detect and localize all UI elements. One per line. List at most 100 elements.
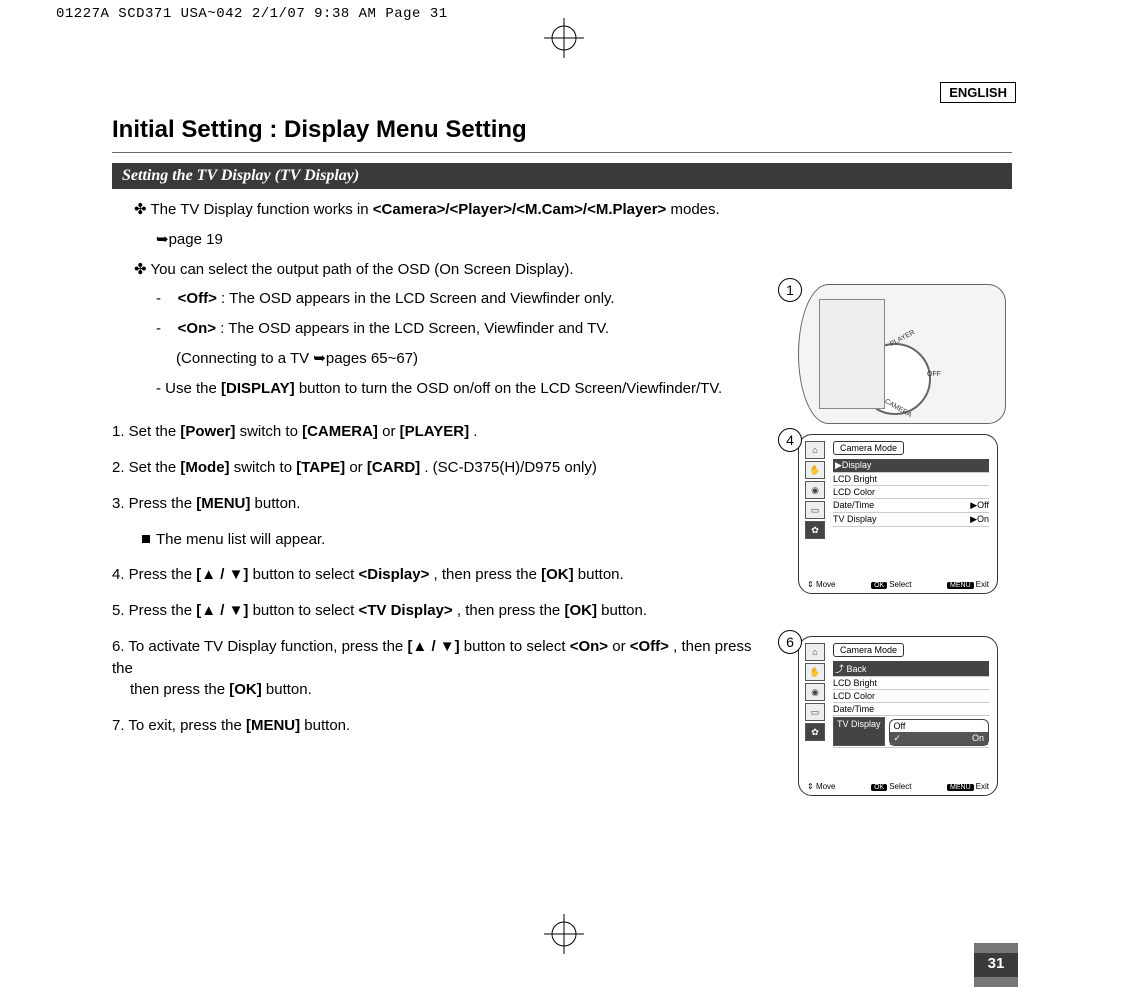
step-6: 6. To activate TV Display function, pres… xyxy=(112,638,407,655)
menu-item: LCD Color xyxy=(833,487,875,497)
ok-chip: OK xyxy=(871,582,887,589)
step-3: 3. Press the xyxy=(112,495,196,512)
step-2: 2. Set the xyxy=(112,459,180,476)
updown-button: [▲ / ▼] xyxy=(196,602,248,619)
crop-mark-top xyxy=(544,18,584,58)
rule xyxy=(112,152,1012,153)
menu-chip: MENU xyxy=(947,582,974,589)
ok-button: [OK] xyxy=(229,681,262,698)
dash: - xyxy=(156,320,174,337)
menu-value: ▶Off xyxy=(970,500,989,511)
text: button. xyxy=(255,495,301,512)
text: or xyxy=(349,459,367,476)
player-label: [PLAYER] xyxy=(400,423,469,440)
menu-item-selected: TV Display xyxy=(833,717,885,746)
square-bullet-icon xyxy=(142,535,150,543)
text: or xyxy=(612,638,630,655)
gear-icon: ✿ xyxy=(805,723,825,741)
print-header: 01227A SCD371 USA~042 2/1/07 9:38 AM Pag… xyxy=(56,6,448,22)
display-button: [DISPLAY] xyxy=(221,380,295,397)
off-text: : The OSD appears in the LCD Screen and … xyxy=(221,290,615,307)
menu-item: LCD Bright xyxy=(833,474,877,484)
menu-item: LCD Color xyxy=(833,691,875,701)
tv-display-option: <TV Display> xyxy=(358,602,452,619)
knob-off-label: OFF xyxy=(927,371,941,378)
text: button to select xyxy=(253,602,359,619)
text: switch to xyxy=(234,459,297,476)
card-label: [CARD] xyxy=(367,459,420,476)
dash: - xyxy=(156,290,174,307)
page-ref: ➥page 19 xyxy=(112,229,772,251)
power-switch: [Power] xyxy=(180,423,235,440)
mode-switch: [Mode] xyxy=(180,459,229,476)
bullet-icon: ✤ The TV Display function works in xyxy=(134,201,373,218)
device-drawing: PLAYER OFF CAMERA xyxy=(798,284,1006,424)
text: switch to xyxy=(240,423,303,440)
help-exit: Exit xyxy=(976,580,989,589)
text: button to select xyxy=(253,566,359,583)
display-post: button to turn the OSD on/off on the LCD… xyxy=(299,380,722,397)
menu-item: LCD Bright xyxy=(833,678,877,688)
figure-1: 1 PLAYER OFF CAMERA xyxy=(798,284,1006,424)
text: button. xyxy=(266,681,312,698)
hand-icon: ✋ xyxy=(805,461,825,479)
modes-bold: <Camera>/<Player>/<M.Cam>/<M.Player> xyxy=(373,201,667,218)
cam-icon: ⌂ xyxy=(805,643,825,661)
ok-button: [OK] xyxy=(541,566,574,583)
reel-icon: ◉ xyxy=(805,683,825,701)
text: button. xyxy=(578,566,624,583)
cam-icon: ⌂ xyxy=(805,441,825,459)
text: button. xyxy=(601,602,647,619)
menu-value: ▶On xyxy=(970,514,989,525)
off-label: <Off> xyxy=(178,290,217,307)
section-heading: Setting the TV Display (TV Display) xyxy=(112,163,1012,189)
step-5: 5. Press the xyxy=(112,602,196,619)
text: or xyxy=(382,423,400,440)
language-badge: ENGLISH xyxy=(940,82,1016,103)
page-number: 31 xyxy=(974,955,1018,972)
screen-title: Camera Mode xyxy=(833,441,904,455)
help-move: Move xyxy=(816,782,836,791)
menu-item: Date/Time xyxy=(833,500,874,511)
back-item: ⤴ Back xyxy=(835,662,867,675)
text: modes. xyxy=(670,201,719,218)
updown-button: [▲ / ▼] xyxy=(407,638,459,655)
text: then press the xyxy=(112,681,229,698)
figure-4: 4 ⌂ ✋ ◉ ▭ ✿ Camera Mode ▶Display LCD Bri… xyxy=(798,434,998,594)
hand-icon: ✋ xyxy=(805,663,825,681)
figure-number: 6 xyxy=(778,630,802,654)
menu-item: ▶Display xyxy=(835,460,871,471)
reel-icon: ◉ xyxy=(805,481,825,499)
option-off: Off xyxy=(894,721,906,731)
off-option: <Off> xyxy=(630,638,669,655)
display-pre: - Use the xyxy=(156,380,221,397)
figure-number: 1 xyxy=(778,278,802,302)
move-icon: ⇕ xyxy=(807,580,814,589)
tape-label: [TAPE] xyxy=(296,459,345,476)
text: , then press the xyxy=(457,602,565,619)
page-title: Initial Setting : Display Menu Setting xyxy=(112,116,1012,144)
tv-icon: ▭ xyxy=(805,501,825,519)
menu-item: TV Display xyxy=(833,514,877,525)
crop-mark-bottom xyxy=(544,914,584,954)
on-extra: (Connecting to a TV ➥pages 65~67) xyxy=(112,348,772,370)
page-number-badge: 31 xyxy=(974,943,1018,987)
figure-number: 4 xyxy=(778,428,802,452)
screen-title: Camera Mode xyxy=(833,643,904,657)
check-icon: ✓ xyxy=(894,733,902,744)
lcd-mockup: ⌂ ✋ ◉ ▭ ✿ Camera Mode ▶Display LCD Brigh… xyxy=(798,434,998,594)
on-text: : The OSD appears in the LCD Screen, Vie… xyxy=(220,320,609,337)
on-label: <On> xyxy=(178,320,216,337)
step-7: 7. To exit, press the xyxy=(112,717,246,734)
bullet-line: ✤ You can select the output path of the … xyxy=(112,259,772,281)
option-on: On xyxy=(972,733,984,744)
camera-label: [CAMERA] xyxy=(302,423,378,440)
help-select: Select xyxy=(889,580,911,589)
help-select: Select xyxy=(889,782,911,791)
help-exit: Exit xyxy=(976,782,989,791)
move-icon: ⇕ xyxy=(807,782,814,791)
body-text: ✤ The TV Display function works in <Came… xyxy=(112,199,772,737)
menu-chip: MENU xyxy=(947,784,974,791)
step-3-note: The menu list will appear. xyxy=(156,531,325,548)
tv-icon: ▭ xyxy=(805,703,825,721)
